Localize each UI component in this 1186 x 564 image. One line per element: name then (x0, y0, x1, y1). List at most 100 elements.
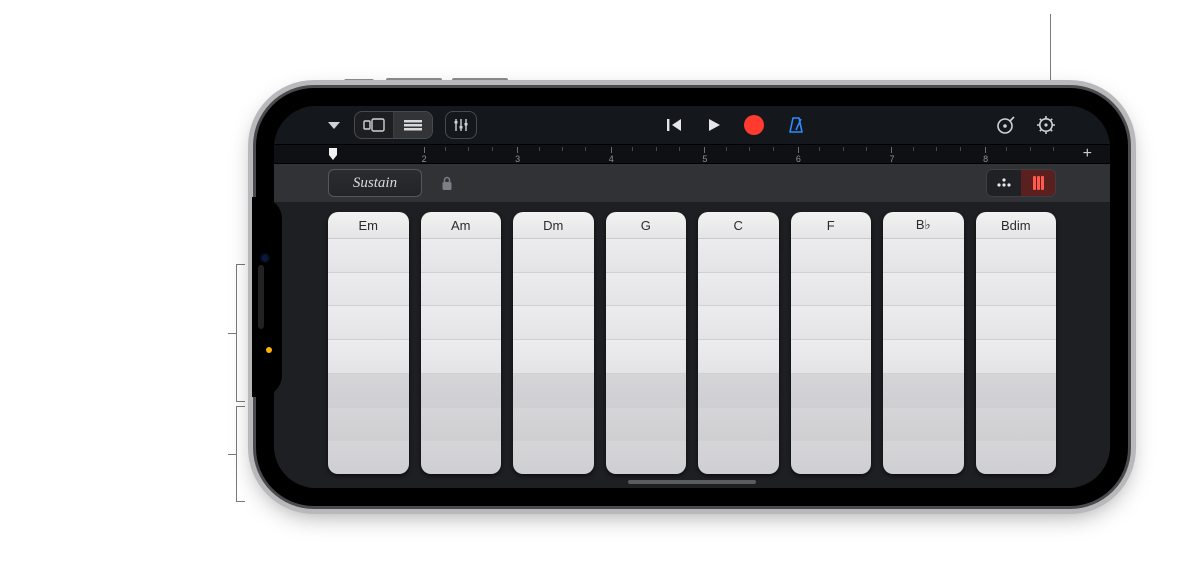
chord-bass-segment[interactable] (791, 374, 872, 408)
chord-segment[interactable] (328, 239, 409, 273)
chord-label: Em (328, 212, 409, 239)
chord-strips-view-button[interactable] (1021, 170, 1055, 196)
chord-bass-segment[interactable] (513, 408, 594, 442)
chord-segment[interactable] (883, 306, 964, 340)
add-section-button[interactable]: + (1077, 145, 1092, 163)
chord-label: Am (421, 212, 502, 239)
chord-bass-segment[interactable] (976, 374, 1057, 408)
phone-notch (252, 197, 282, 397)
chord-segment[interactable] (698, 306, 779, 340)
chord-bass-segment[interactable] (698, 408, 779, 442)
chord-segment[interactable] (698, 340, 779, 374)
chord-segment[interactable] (791, 273, 872, 307)
chord-strip[interactable]: Em (328, 212, 409, 474)
chord-segment[interactable] (883, 273, 964, 307)
ruler-minor-tick (492, 147, 493, 151)
chord-segment[interactable] (791, 239, 872, 273)
chord-strip[interactable]: B♭ (883, 212, 964, 474)
ruler-bar-label: 6 (796, 147, 801, 164)
chord-segment[interactable] (976, 340, 1057, 374)
track-controls-button[interactable] (445, 111, 477, 139)
chord-strip[interactable]: Am (421, 212, 502, 474)
hw-side-button (1128, 218, 1134, 310)
chord-segment[interactable] (421, 340, 502, 374)
chord-bass-segment[interactable] (328, 408, 409, 442)
ruler-minor-tick (843, 147, 844, 151)
chord-segment[interactable] (883, 340, 964, 374)
chord-bass-segment[interactable] (606, 441, 687, 474)
chord-bass-segment[interactable] (698, 441, 779, 474)
chord-bass-segment[interactable] (328, 441, 409, 474)
chord-segment[interactable] (328, 273, 409, 307)
sustain-button[interactable]: Sustain (328, 169, 422, 197)
scale-view-button[interactable] (987, 170, 1021, 196)
ruler-minor-tick (468, 147, 469, 151)
chord-bass-segment[interactable] (421, 408, 502, 442)
chord-segment[interactable] (976, 273, 1057, 307)
instrument-browser-button[interactable] (994, 115, 1016, 135)
view-switch (354, 111, 433, 139)
chord-segment[interactable] (976, 239, 1057, 273)
hw-mute-switch (344, 79, 374, 85)
chord-segment[interactable] (791, 340, 872, 374)
chord-strip[interactable]: Bdim (976, 212, 1057, 474)
my-songs-button[interactable] (320, 119, 348, 131)
chord-bass-segment[interactable] (976, 408, 1057, 442)
chord-bass-segment[interactable] (791, 441, 872, 474)
chord-segment[interactable] (698, 239, 779, 273)
chord-segment[interactable] (606, 239, 687, 273)
browser-view-button[interactable] (355, 112, 394, 138)
chord-segment[interactable] (791, 306, 872, 340)
metronome-button[interactable] (786, 116, 806, 134)
sustain-label: Sustain (353, 175, 397, 192)
sustain-lock-button[interactable] (434, 170, 460, 196)
ruler-minor-tick (1006, 147, 1007, 151)
chord-bass-segment[interactable] (883, 441, 964, 474)
chord-segment[interactable] (606, 306, 687, 340)
ruler-minor-tick (960, 147, 961, 151)
ruler-ticks: 2345678 (328, 145, 1077, 163)
chord-segment[interactable] (976, 306, 1057, 340)
chord-bass-segment[interactable] (698, 374, 779, 408)
chord-bass-segment[interactable] (883, 408, 964, 442)
chord-segment[interactable] (606, 340, 687, 374)
chord-segment[interactable] (328, 306, 409, 340)
ruler[interactable]: 2345678 + (274, 144, 1110, 164)
chord-strip[interactable]: G (606, 212, 687, 474)
chord-strip[interactable]: Dm (513, 212, 594, 474)
chord-segment[interactable] (513, 340, 594, 374)
chord-bass-segment[interactable] (421, 374, 502, 408)
ruler-minor-tick (726, 147, 727, 151)
chord-strip[interactable]: F (791, 212, 872, 474)
chord-segment[interactable] (883, 239, 964, 273)
chord-bass-segment[interactable] (513, 441, 594, 474)
record-button[interactable] (744, 115, 764, 135)
ruler-minor-tick (1053, 147, 1054, 151)
chord-bass-segment[interactable] (606, 408, 687, 442)
chord-bass-segment[interactable] (328, 374, 409, 408)
song-settings-button[interactable] (1036, 115, 1056, 135)
chord-segment[interactable] (513, 273, 594, 307)
chord-bass-segment[interactable] (606, 374, 687, 408)
chord-bass-segment[interactable] (883, 374, 964, 408)
chord-segment[interactable] (513, 306, 594, 340)
chord-bass-segment[interactable] (421, 441, 502, 474)
ruler-minor-tick (632, 147, 633, 151)
record-icon (744, 115, 764, 135)
chord-bass-segment[interactable] (976, 441, 1057, 474)
chord-bass-segment[interactable] (513, 374, 594, 408)
chord-segment[interactable] (698, 273, 779, 307)
play-button[interactable] (706, 117, 722, 133)
chord-segment[interactable] (328, 340, 409, 374)
chord-segment[interactable] (606, 273, 687, 307)
callout-brace-lower (236, 406, 237, 502)
tracks-view-button[interactable] (394, 112, 432, 138)
chord-segment[interactable] (513, 239, 594, 273)
chord-segment[interactable] (421, 306, 502, 340)
chord-segment[interactable] (421, 239, 502, 273)
chord-bass-segment[interactable] (791, 408, 872, 442)
chord-strips-area: Em Am DmGCFB♭Bdim (274, 202, 1110, 488)
go-to-beginning-button[interactable] (666, 117, 684, 133)
chord-segment[interactable] (421, 273, 502, 307)
chord-strip[interactable]: C (698, 212, 779, 474)
